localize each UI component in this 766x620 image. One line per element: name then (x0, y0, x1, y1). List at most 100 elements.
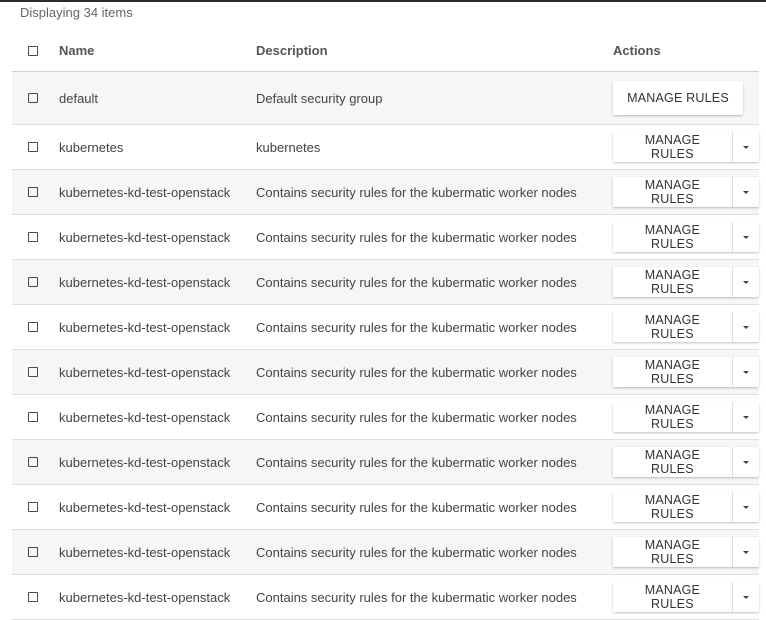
more-actions-dropdown-button[interactable] (731, 312, 759, 342)
row-name: kubernetes-kd-test-openstack (59, 589, 231, 605)
table-row: kubernetes-kd-test-openstack Contains sec… (12, 215, 759, 260)
table-row: kubernetes-kd-test-openstack Contains sec… (12, 260, 759, 305)
select-all-checkbox[interactable] (28, 45, 38, 56)
row-description: Contains security rules for the kubermat… (256, 229, 577, 245)
row-checkbox[interactable] (28, 322, 38, 332)
row-checkbox[interactable] (28, 277, 38, 287)
row-description: Contains security rules for the kubermat… (256, 499, 577, 515)
caret-down-icon (742, 370, 749, 374)
more-actions-dropdown-button[interactable] (731, 177, 759, 207)
column-header-name[interactable]: Name (59, 43, 94, 58)
table-row: kubernetes-kd-test-openstack Contains sec… (12, 350, 759, 395)
row-name: kubernetes-kd-test-openstack (59, 454, 231, 470)
manage-rules-button[interactable]: MANAGE RULES (613, 402, 732, 432)
row-description: Contains security rules for the kubermat… (256, 409, 577, 425)
manage-rules-button[interactable]: MANAGE RULES (613, 582, 732, 612)
caret-down-icon (742, 595, 749, 599)
manage-rules-button[interactable]: MANAGE RULES (613, 537, 732, 567)
row-checkbox[interactable] (28, 547, 38, 557)
table-body: default Default security group MANAGE RULE… (12, 72, 759, 620)
row-checkbox[interactable] (28, 457, 38, 467)
caret-down-icon (742, 325, 749, 329)
row-name: kubernetes-kd-test-openstack (59, 184, 231, 200)
row-checkbox[interactable] (28, 142, 38, 152)
row-name: kubernetes-kd-test-openstack (59, 319, 231, 335)
manage-rules-button[interactable]: MANAGE RULES (613, 267, 732, 297)
caret-down-icon (742, 280, 749, 284)
caret-down-icon (742, 460, 749, 464)
row-description: Contains security rules for the kubermat… (256, 454, 577, 470)
manage-rules-button[interactable]: MANAGE RULES (613, 492, 732, 522)
table-row: kubernetes-kd-test-openstack Contains sec… (12, 530, 759, 575)
more-actions-dropdown-button[interactable] (731, 447, 759, 477)
manage-rules-button[interactable]: MANAGE RULES (613, 222, 732, 252)
row-name: default (59, 90, 99, 106)
manage-rules-button[interactable]: MANAGE RULES (613, 132, 732, 162)
row-name: kubernetes-kd-test-openstack (59, 499, 231, 515)
table-row: kubernetes-kd-test-openstack Contains sec… (12, 170, 759, 215)
table-row: kubernetes-kd-test-openstack Contains sec… (12, 305, 759, 350)
caret-down-icon (742, 550, 749, 554)
row-description: Contains security rules for the kubermat… (256, 319, 577, 335)
table-row: kubernetes-kd-test-openstack Contains sec… (12, 440, 759, 485)
top-border (0, 0, 766, 2)
item-count: Displaying 34 items (20, 5, 133, 20)
row-description: Contains security rules for the kubermat… (256, 364, 577, 380)
more-actions-dropdown-button[interactable] (731, 357, 759, 387)
row-actions-button-group: MANAGE RULES (613, 582, 759, 612)
manage-rules-button[interactable]: MANAGE RULES (613, 447, 732, 477)
table-row: kubernetes-kd-test-openstack Contains sec… (12, 485, 759, 530)
more-actions-dropdown-button[interactable] (731, 267, 759, 297)
more-actions-dropdown-button[interactable] (731, 537, 759, 567)
column-header-actions: Actions (613, 43, 661, 58)
row-actions-button-group: MANAGE RULES (613, 312, 759, 342)
table-row: kubernetes kubernetes MANAGE RULES (12, 125, 759, 170)
row-name: kubernetes-kd-test-openstack (59, 364, 231, 380)
row-description: Contains security rules for the kubermat… (256, 589, 577, 605)
more-actions-dropdown-button[interactable] (731, 582, 759, 612)
row-checkbox[interactable] (28, 592, 38, 602)
security-groups-table: Name Description Actions default Default … (12, 30, 759, 620)
manage-rules-button[interactable]: MANAGE RULES (613, 312, 732, 342)
row-checkbox[interactable] (28, 502, 38, 512)
row-checkbox[interactable] (28, 93, 38, 103)
manage-rules-button[interactable]: MANAGE RULES (613, 357, 732, 387)
table-row: default Default security group MANAGE RULE… (12, 72, 759, 125)
row-actions-button-group: MANAGE RULES (613, 402, 759, 432)
row-checkbox[interactable] (28, 412, 38, 422)
caret-down-icon (742, 190, 749, 194)
row-actions-button-group: MANAGE RULES (613, 132, 759, 162)
column-header-description[interactable]: Description (256, 43, 328, 58)
row-name: kubernetes-kd-test-openstack (59, 229, 231, 245)
row-actions-button-group: MANAGE RULES (613, 222, 759, 252)
row-name: kubernetes-kd-test-openstack (59, 274, 231, 290)
row-actions-button-group: MANAGE RULES (613, 492, 759, 522)
caret-down-icon (742, 145, 749, 149)
row-checkbox[interactable] (28, 367, 38, 377)
more-actions-dropdown-button[interactable] (731, 492, 759, 522)
row-description: Contains security rules for the kubermat… (256, 184, 577, 200)
row-actions-button-group: MANAGE RULES (613, 177, 759, 207)
more-actions-dropdown-button[interactable] (731, 132, 759, 162)
caret-down-icon (742, 505, 749, 509)
table-row: kubernetes-kd-test-openstack Contains sec… (12, 395, 759, 440)
row-checkbox[interactable] (28, 187, 38, 197)
manage-rules-button[interactable]: MANAGE RULES (613, 81, 743, 115)
caret-down-icon (742, 415, 749, 419)
manage-rules-button[interactable]: MANAGE RULES (613, 177, 732, 207)
row-description: Contains security rules for the kubermat… (256, 274, 577, 290)
row-description: Contains security rules for the kubermat… (256, 544, 577, 560)
row-name: kubernetes (59, 139, 124, 155)
more-actions-dropdown-button[interactable] (731, 402, 759, 432)
more-actions-dropdown-button[interactable] (731, 222, 759, 252)
caret-down-icon (742, 235, 749, 239)
row-actions-button-group: MANAGE RULES (613, 537, 759, 567)
row-actions-button-group: MANAGE RULES (613, 357, 759, 387)
row-checkbox[interactable] (28, 232, 38, 242)
row-description: kubernetes (256, 139, 321, 155)
row-name: kubernetes-kd-test-openstack (59, 409, 231, 425)
row-name: kubernetes-kd-test-openstack (59, 544, 231, 560)
row-actions-button-group: MANAGE RULES (613, 447, 759, 477)
table-header: Name Description Actions (12, 30, 759, 72)
row-actions-button-group: MANAGE RULES (613, 267, 759, 297)
